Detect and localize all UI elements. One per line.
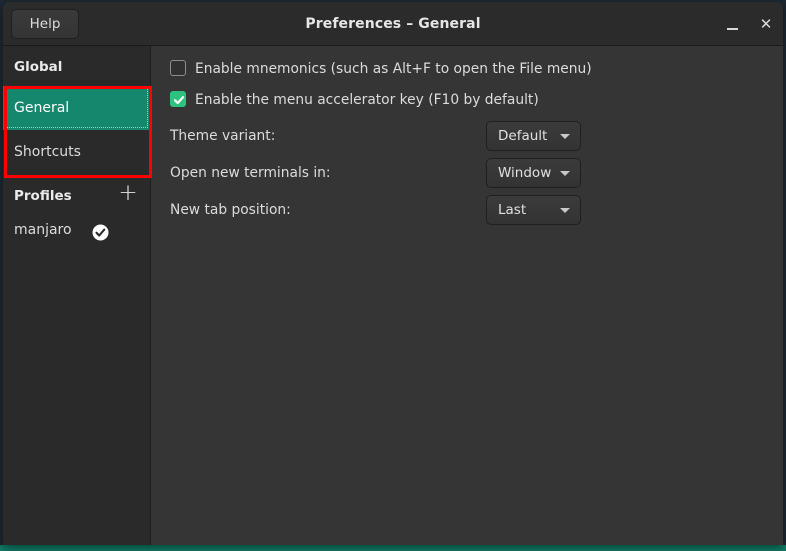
- checkbox-accelerator[interactable]: [170, 91, 186, 107]
- sidebar: Global General Shortcuts Profiles + manj…: [3, 46, 152, 545]
- select-value-open-new-terminals: Window: [498, 165, 552, 181]
- select-open-new-terminals[interactable]: Window: [486, 158, 581, 188]
- default-profile-check-icon[interactable]: [92, 221, 109, 241]
- checkbox-mnemonics[interactable]: [170, 60, 186, 76]
- close-icon[interactable]: ✕: [755, 13, 777, 35]
- chevron-down-icon: [560, 134, 570, 139]
- select-theme-variant[interactable]: Default: [486, 121, 581, 151]
- preferences-window: Help Preferences – General ✕ Global Gene…: [3, 2, 783, 545]
- label-theme-variant: Theme variant:: [170, 128, 276, 144]
- minimize-icon[interactable]: [721, 13, 743, 35]
- checkbox-row-accelerator[interactable]: Enable the menu accelerator key (F10 by …: [170, 91, 539, 111]
- chevron-down-icon: [560, 171, 570, 176]
- sidebar-item-general[interactable]: General: [3, 86, 150, 130]
- window-body: Global General Shortcuts Profiles + manj…: [3, 46, 783, 545]
- chevron-down-icon: [560, 208, 570, 213]
- checkbox-label-mnemonics: Enable mnemonics (such as Alt+F to open …: [195, 61, 592, 77]
- sidebar-item-shortcuts[interactable]: Shortcuts: [3, 130, 150, 174]
- label-open-new-terminals: Open new terminals in:: [170, 165, 331, 181]
- add-profile-icon[interactable]: +: [116, 182, 140, 206]
- help-button[interactable]: Help: [11, 9, 79, 39]
- profile-label: manjaro: [14, 222, 72, 238]
- select-new-tab-position[interactable]: Last: [486, 195, 581, 225]
- sidebar-section-global: Global: [14, 59, 63, 75]
- select-value-new-tab-position: Last: [498, 202, 527, 218]
- checkbox-label-accelerator: Enable the menu accelerator key (F10 by …: [195, 92, 539, 108]
- label-new-tab-position: New tab position:: [170, 202, 291, 218]
- select-value-theme-variant: Default: [498, 128, 548, 144]
- profile-item-manjaro[interactable]: manjaro: [3, 214, 150, 246]
- minimize-glyph: [726, 28, 738, 30]
- checkbox-row-mnemonics[interactable]: Enable mnemonics (such as Alt+F to open …: [170, 60, 592, 80]
- content-panel: Enable mnemonics (such as Alt+F to open …: [152, 46, 783, 545]
- profiles-label: Profiles: [14, 188, 72, 204]
- sidebar-section-profiles: Profiles +: [3, 174, 150, 214]
- titlebar: Help Preferences – General ✕: [3, 2, 783, 46]
- page-title: Preferences – General: [305, 16, 481, 32]
